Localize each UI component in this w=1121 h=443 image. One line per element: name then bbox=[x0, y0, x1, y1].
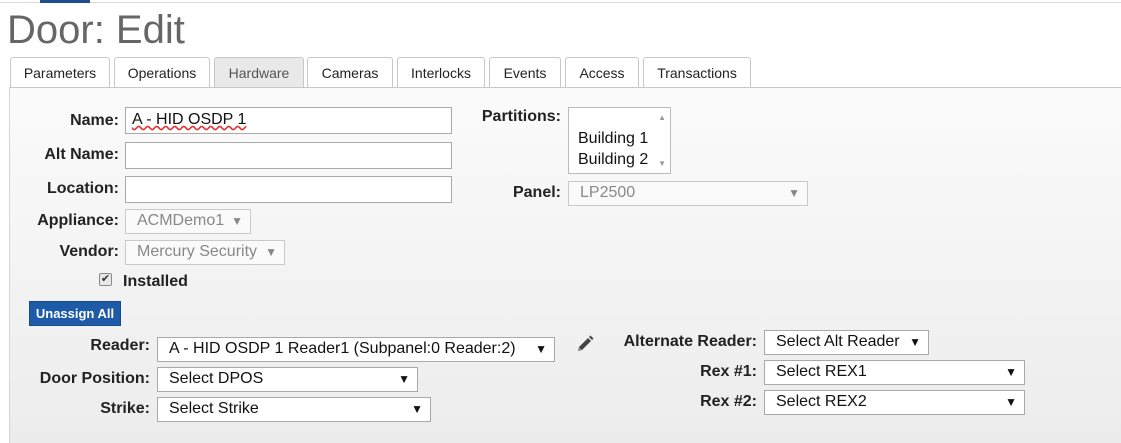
caret-down-icon: ▼ bbox=[231, 214, 243, 228]
tab-cameras[interactable]: Cameras bbox=[307, 57, 393, 88]
alternate-reader-label: Alternate Reader: bbox=[623, 333, 757, 350]
vendor-value: Mercury Security bbox=[137, 243, 258, 260]
appliance-select: ACMDemo1 ▼ bbox=[125, 209, 251, 234]
caret-down-icon: ▼ bbox=[909, 335, 921, 349]
top-rule bbox=[0, 0, 1121, 3]
installed-label: Installed bbox=[123, 273, 188, 290]
door-position-value: Select DPOS bbox=[169, 370, 264, 387]
caret-down-icon: ▼ bbox=[535, 342, 547, 356]
top-nav-accent bbox=[40, 0, 90, 3]
alt-name-field[interactable] bbox=[125, 142, 452, 169]
partitions-listbox[interactable]: Building 1 Building 2 ▲ ▼ bbox=[568, 107, 671, 174]
rex1-select[interactable]: Select REX1 ▼ bbox=[764, 360, 1025, 385]
tab-operations[interactable]: Operations bbox=[114, 57, 210, 88]
tab-events[interactable]: Events bbox=[489, 57, 561, 88]
appliance-label: Appliance: bbox=[37, 212, 119, 229]
installed-checkbox[interactable]: ✔ bbox=[99, 273, 112, 286]
scroll-down-icon[interactable]: ▼ bbox=[658, 159, 666, 168]
rex2-select[interactable]: Select REX2 ▼ bbox=[764, 390, 1025, 415]
unassign-all-button[interactable]: Unassign All bbox=[29, 301, 121, 326]
scroll-up-icon[interactable]: ▲ bbox=[658, 113, 666, 122]
location-label: Location: bbox=[47, 180, 119, 197]
tab-transactions[interactable]: Transactions bbox=[643, 57, 751, 88]
alternate-reader-value: Select Alt Reader bbox=[776, 333, 900, 350]
tab-parameters[interactable]: Parameters bbox=[10, 57, 110, 88]
panel-label: Panel: bbox=[512, 184, 561, 201]
strike-value: Select Strike bbox=[169, 400, 259, 417]
rex1-label: Rex #1: bbox=[700, 363, 757, 380]
rex2-value: Select REX2 bbox=[776, 393, 867, 410]
partition-option-building-1[interactable]: Building 1 bbox=[578, 130, 648, 148]
location-field[interactable] bbox=[125, 176, 452, 203]
caret-down-icon: ▼ bbox=[1005, 395, 1017, 409]
caret-down-icon: ▼ bbox=[398, 372, 410, 386]
appliance-value: ACMDemo1 bbox=[137, 212, 225, 229]
tab-interlocks[interactable]: Interlocks bbox=[397, 57, 485, 88]
strike-label: Strike: bbox=[100, 400, 150, 417]
panel-select: LP2500 ▼ bbox=[568, 181, 808, 206]
alt-name-label: Alt Name: bbox=[44, 146, 119, 163]
caret-down-icon: ▼ bbox=[411, 402, 423, 416]
page-title: Door: Edit bbox=[7, 8, 185, 52]
listbox-scrollbar[interactable]: ▲ ▼ bbox=[656, 108, 670, 173]
caret-down-icon: ▼ bbox=[788, 186, 800, 200]
rex2-label: Rex #2: bbox=[700, 393, 757, 410]
vendor-select: Mercury Security ▼ bbox=[125, 240, 285, 265]
tab-hardware[interactable]: Hardware bbox=[214, 57, 304, 88]
name-value: A - HID OSDP 1 bbox=[132, 111, 247, 128]
panel-value: LP2500 bbox=[580, 184, 636, 201]
strike-select[interactable]: Select Strike ▼ bbox=[157, 397, 431, 422]
partition-option-building-2[interactable]: Building 2 bbox=[578, 151, 648, 169]
checkmark-icon: ✔ bbox=[100, 273, 111, 285]
partitions-label: Partitions: bbox=[481, 108, 561, 125]
vendor-label: Vendor: bbox=[59, 243, 119, 260]
door-position-label: Door Position: bbox=[39, 370, 150, 387]
alternate-reader-select[interactable]: Select Alt Reader ▼ bbox=[764, 330, 929, 355]
reader-value: A - HID OSDP 1 Reader1 (Subpanel:0 Reade… bbox=[169, 340, 516, 357]
name-label: Name: bbox=[70, 112, 119, 129]
caret-down-icon: ▼ bbox=[1005, 365, 1017, 379]
caret-down-icon: ▼ bbox=[265, 245, 277, 259]
pencil-icon[interactable] bbox=[575, 334, 595, 354]
reader-select[interactable]: A - HID OSDP 1 Reader1 (Subpanel:0 Reade… bbox=[157, 337, 555, 362]
name-field[interactable]: A - HID OSDP 1 bbox=[125, 107, 452, 134]
reader-label: Reader: bbox=[90, 337, 150, 354]
tab-access[interactable]: Access bbox=[565, 57, 639, 88]
rex1-value: Select REX1 bbox=[776, 363, 867, 380]
door-position-select[interactable]: Select DPOS ▼ bbox=[157, 367, 418, 392]
